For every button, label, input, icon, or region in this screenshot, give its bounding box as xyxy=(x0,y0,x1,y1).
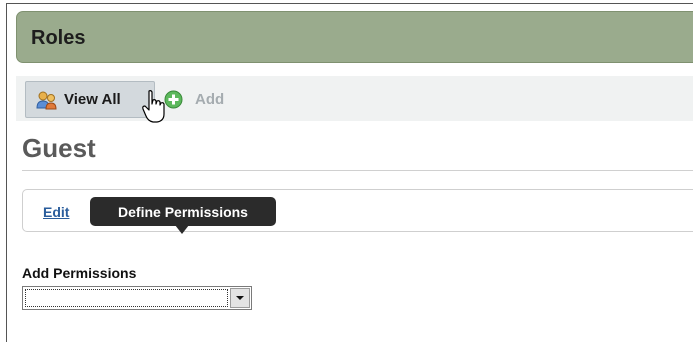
roles-title: Roles xyxy=(31,27,86,49)
title-divider xyxy=(22,170,693,171)
toolbar: View All Add xyxy=(16,76,693,121)
view-all-button[interactable]: View All xyxy=(25,81,155,118)
role-title: Guest xyxy=(22,133,96,163)
chevron-down-icon[interactable] xyxy=(230,288,250,308)
hand-cursor-icon xyxy=(141,89,167,125)
edit-link[interactable]: Edit xyxy=(43,204,69,220)
tooltip-arrow xyxy=(175,225,189,234)
add-button[interactable]: Add xyxy=(164,88,224,110)
define-permissions-tooltip: Define Permissions xyxy=(90,197,276,226)
view-all-label: View All xyxy=(64,91,121,108)
users-icon xyxy=(36,89,58,111)
add-permissions-select[interactable] xyxy=(22,286,252,310)
add-label: Add xyxy=(195,90,225,108)
add-permissions-select-value xyxy=(25,289,228,307)
roles-header: Roles xyxy=(16,11,693,63)
add-permissions-label: Add Permissions xyxy=(22,265,137,281)
